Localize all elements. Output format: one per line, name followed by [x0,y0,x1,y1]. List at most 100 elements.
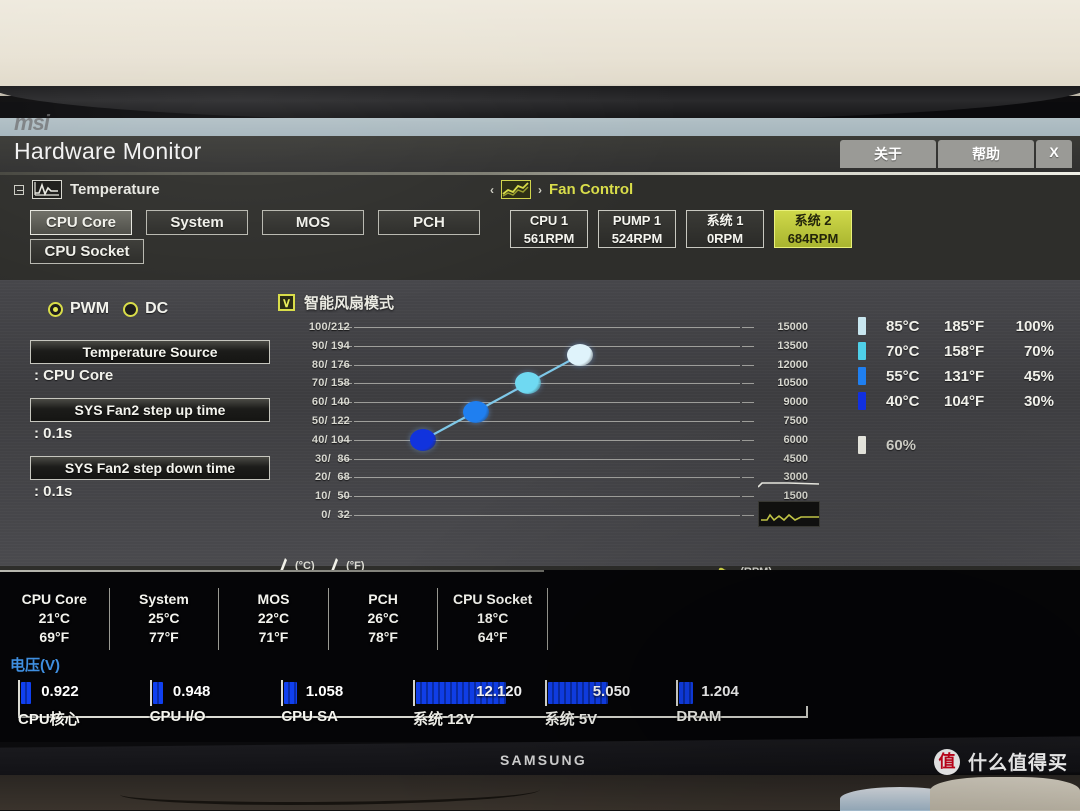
legend-swatch-2 [858,367,866,385]
voltage-bar-5 [679,682,694,704]
rpm-tick-9000: 9000 [783,396,808,409]
temp-readout-name-2: MOS [257,591,290,607]
field-step-up-time: SYS Fan2 step up time : 0.1s [30,398,270,442]
fan-chip-sys2-name: 系统 2 [794,213,832,228]
fan-chip-cpu1-name: CPU 1 [529,213,569,228]
voltage-value-2: 1.058 [305,683,344,700]
curve-point-85c[interactable] [566,344,593,367]
temp-readout-2: MOS 22°C 71°F [219,588,329,650]
smart-fan-checkbox[interactable]: ∨ [278,294,295,311]
radio-dc[interactable]: DC [123,300,168,318]
legend-celsius-0: 85°C [886,317,920,335]
curve-point-70c[interactable] [514,372,541,395]
tab-pch[interactable]: PCH [378,210,480,235]
curve-point-40c[interactable] [410,428,437,451]
tab-mos[interactable]: MOS [262,210,364,235]
tab-cpu-socket[interactable]: CPU Socket [30,239,144,264]
fan-control-panel: PWM DC Temperature Source : CPU Core SYS… [0,280,1080,721]
rpm-tick-15000: 15000 [777,321,808,333]
expand-icon[interactable] [14,184,24,195]
temperature-source-header[interactable]: Temperature Source [30,340,270,364]
legend-percent-1: 70% [1023,342,1054,360]
fan-curve-points[interactable] [278,319,808,527]
watermark-badge: 值 [933,748,960,775]
step-down-time-header[interactable]: SYS Fan2 step down time [30,456,270,480]
temp-readout-c-0: 21°C [38,610,70,626]
fan-chip-sys1[interactable]: 系统 1 0RPM [686,210,764,248]
temperature-section-header: Temperature [14,180,160,199]
voltage-rail-1: 0.948 CPU I/O [149,680,282,728]
close-button[interactable]: X [1036,140,1072,168]
temp-readout-1: System 25°C 77°F [110,588,220,650]
voltage-name-1: CPU I/O [149,708,206,725]
fan-curve-line [422,354,581,441]
next-arrow-icon[interactable]: › [538,183,542,197]
msi-logo: msi [14,110,50,135]
voltage-rail-0: 0.922 CPU核心 [18,680,150,728]
legend-swatch-3 [858,392,866,410]
fan-chip-pump1[interactable]: PUMP 1 524RPM [598,210,676,248]
page-title: Hardware Monitor [14,138,202,164]
rpm-tick-6000: 6000 [783,433,808,446]
prev-arrow-icon[interactable]: ‹ [490,183,494,197]
help-button[interactable]: 帮助 [938,140,1034,168]
voltage-name-4: 系统 5V [544,711,598,728]
voltage-name-0: CPU核心 [18,711,80,728]
step-down-time-value: : 0.1s [34,483,73,500]
watermark-text: 什么值得买 [967,753,1068,774]
temperature-tab-row-1: CPU Core System MOS PCH [30,210,480,235]
tab-cpu-core[interactable]: CPU Core [30,210,132,235]
rpm-axis-labels: 15000 13500 12000 10500 9000 7500 6000 4500 3000… [746,319,808,527]
temperature-section-label: Temperature [70,181,160,198]
temp-readout-f-2: 71°F [258,629,289,645]
smart-fan-mode-label: 智能风扇模式 [304,295,395,312]
fan-mode-radio-group: PWM DC [48,300,270,318]
fan-control-section-header: ‹ › Fan Control [490,180,633,199]
fan-settings-controls: PWM DC Temperature Source : CPU Core SYS… [30,300,270,514]
voltage-name-3: 系统 12V [413,711,474,728]
voltage-value-0: 0.922 [41,683,79,700]
temp-readout-c-3: 26°C [367,610,399,626]
fan-chip-cpu1-rpm: 561RPM [523,231,575,246]
voltage-tick-0 [18,680,20,706]
radio-dc-icon [123,301,139,317]
voltage-value-3: 12.120 [476,683,522,700]
rpm-tick-7500: 7500 [783,415,808,427]
fan-curve-legend: 85°C 185°F 100% 70°C 158°F 70% 55°C 131°F 45% 40°… [858,314,1058,458]
readout-divider [0,570,544,572]
legend-fahrenheit-1: 158°F [944,342,985,360]
temp-readout-f-0: 69°F [39,629,70,645]
voltage-bar-2 [284,682,298,704]
fan-chip-sys2-rpm: 684RPM [787,231,839,246]
temp-readout-c-4: 18°C [477,610,509,626]
radio-pwm[interactable]: PWM [48,300,109,318]
rpm-tick-4500: 4500 [783,452,808,465]
curve-point-55c[interactable] [462,400,489,423]
legend-fahrenheit-3: 104°F [944,392,985,410]
fan-chip-cpu1[interactable]: CPU 1 561RPM [510,210,588,248]
voltage-rail-4: 5.050 系统 5V [544,680,677,728]
voltage-rail-2: 1.058 CPU SA [281,680,413,728]
legend-row-2: 55°C 131°F 45% [858,364,1058,388]
temp-readout-3: PCH 26°C 78°F [329,588,439,650]
fan-chip-sys2[interactable]: 系统 2 684RPM [774,210,852,248]
legend-fahrenheit-0: 185°F [944,317,985,335]
rpm-tick-10500: 10500 [777,377,808,390]
legend-swatch-0 [858,317,866,335]
temp-readout-c-2: 22°C [257,610,290,626]
voltage-readout-row: 0.922 CPU核心 0.948 CPU I/O 1.058 CPU SA 12.120 系… [18,680,808,728]
voltage-tick-5 [676,680,679,706]
fan-curve-plot[interactable]: 100/212 90/ 194 80/ 176 70/ 158 60/ 140 50/ 1… [278,319,820,527]
fan-selector-group: CPU 1 561RPM PUMP 1 524RPM 系统 1 0RPM 系统 … [510,210,852,248]
legend-swatch-1 [858,342,866,360]
voltage-value-5: 1.204 [701,683,739,700]
about-button[interactable]: 关于 [840,140,936,168]
fan-curve-icon [501,180,531,199]
smart-fan-mode-row[interactable]: ∨ 智能风扇模式 [278,292,808,313]
radio-dc-label: DC [145,300,169,317]
temperature-source-value: : CPU Core [34,367,114,384]
temp-readout-name-0: CPU Core [21,591,87,607]
temp-readout-name-3: PCH [368,591,398,607]
step-up-time-header[interactable]: SYS Fan2 step up time [30,398,270,422]
tab-system[interactable]: System [146,210,248,235]
